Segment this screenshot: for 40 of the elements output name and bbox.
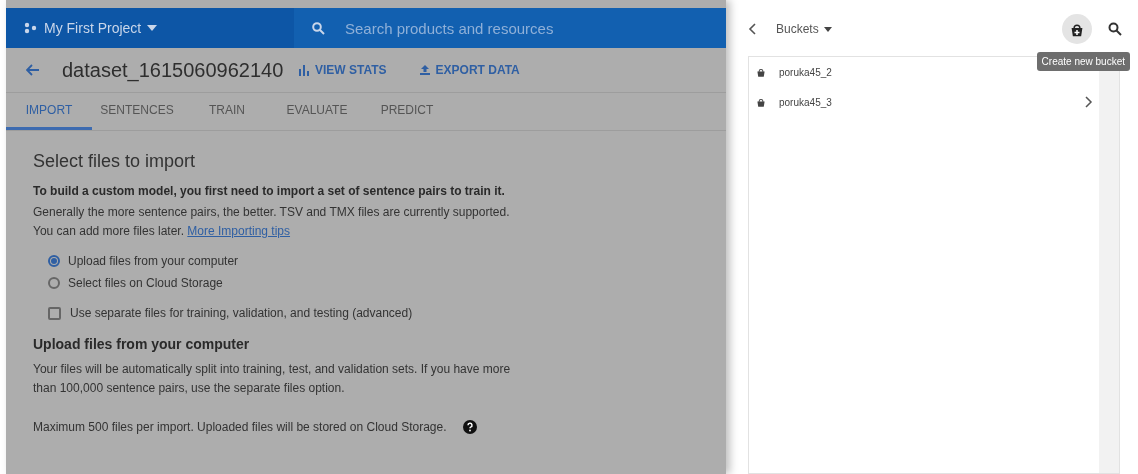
new-bucket-button[interactable] xyxy=(1062,14,1092,44)
bucket-name[interactable]: poruka45_3 xyxy=(779,96,1073,108)
search-icon xyxy=(312,21,325,35)
upload-icon xyxy=(418,64,431,76)
option-label: Select files on Cloud Storage xyxy=(68,276,223,290)
panel-title[interactable]: Buckets xyxy=(776,22,819,36)
stats-button[interactable]: VIEW STATS xyxy=(298,63,387,77)
hexagon-dots-icon xyxy=(24,22,38,34)
section-heading: Select files to import xyxy=(33,151,197,172)
tab[interactable]: PREDICT xyxy=(362,93,452,130)
chevron-right-icon[interactable] xyxy=(1085,96,1093,108)
search-field[interactable]: Search products and resources xyxy=(294,8,726,48)
bucket-icon xyxy=(755,66,767,78)
tab[interactable]: IMPORT xyxy=(6,93,92,130)
back-arrow-icon[interactable] xyxy=(26,64,40,76)
help-icon[interactable] xyxy=(462,420,477,434)
option-label: Upload files from your computer xyxy=(68,254,239,268)
tab[interactable]: EVALUATE xyxy=(272,93,362,130)
importing-tips-link[interactable]: More Importing tips xyxy=(187,224,291,238)
tooltip: Create new bucket xyxy=(1036,52,1130,71)
intro-text: To build a custom model, you first need to import a set of sentence pairs to train it. xyxy=(33,184,506,198)
project-selector[interactable]: My First Project xyxy=(44,20,142,36)
dataset-title: dataset_1615060962140 xyxy=(62,58,285,82)
subsection-heading: Upload files from your computer xyxy=(33,336,251,352)
upload-description: Your files will be automatically split into training, test, and validation sets. If you have more than 100,000 sentence pairs, use the separate files option. xyxy=(33,361,512,397)
bar-chart-icon xyxy=(298,64,310,76)
description-text: Generally the more sentence pairs, the better. TSV and TMX files are currently supported. You can add more files later. More Importing tips xyxy=(33,204,511,240)
export-button[interactable]: EXPORT DATA xyxy=(418,63,520,77)
checkbox[interactable] xyxy=(48,306,61,320)
radio-button[interactable] xyxy=(48,255,60,267)
bucket-icon xyxy=(755,96,767,108)
limit-text: Maximum 500 files per import. Uploaded files will be stored on Cloud Storage. xyxy=(33,420,447,434)
search-icon[interactable] xyxy=(1108,22,1122,36)
back-chevron-icon[interactable] xyxy=(748,23,756,35)
checkbox-label: Use separate files for training, validation, and testing (advanced) xyxy=(70,306,413,320)
dropdown-caret-icon[interactable] xyxy=(823,26,832,32)
radio-button[interactable] xyxy=(48,277,60,289)
tab[interactable]: TRAIN xyxy=(182,93,272,130)
tab[interactable]: SENTENCES xyxy=(92,93,182,130)
dropdown-caret-icon[interactable] xyxy=(147,25,158,31)
